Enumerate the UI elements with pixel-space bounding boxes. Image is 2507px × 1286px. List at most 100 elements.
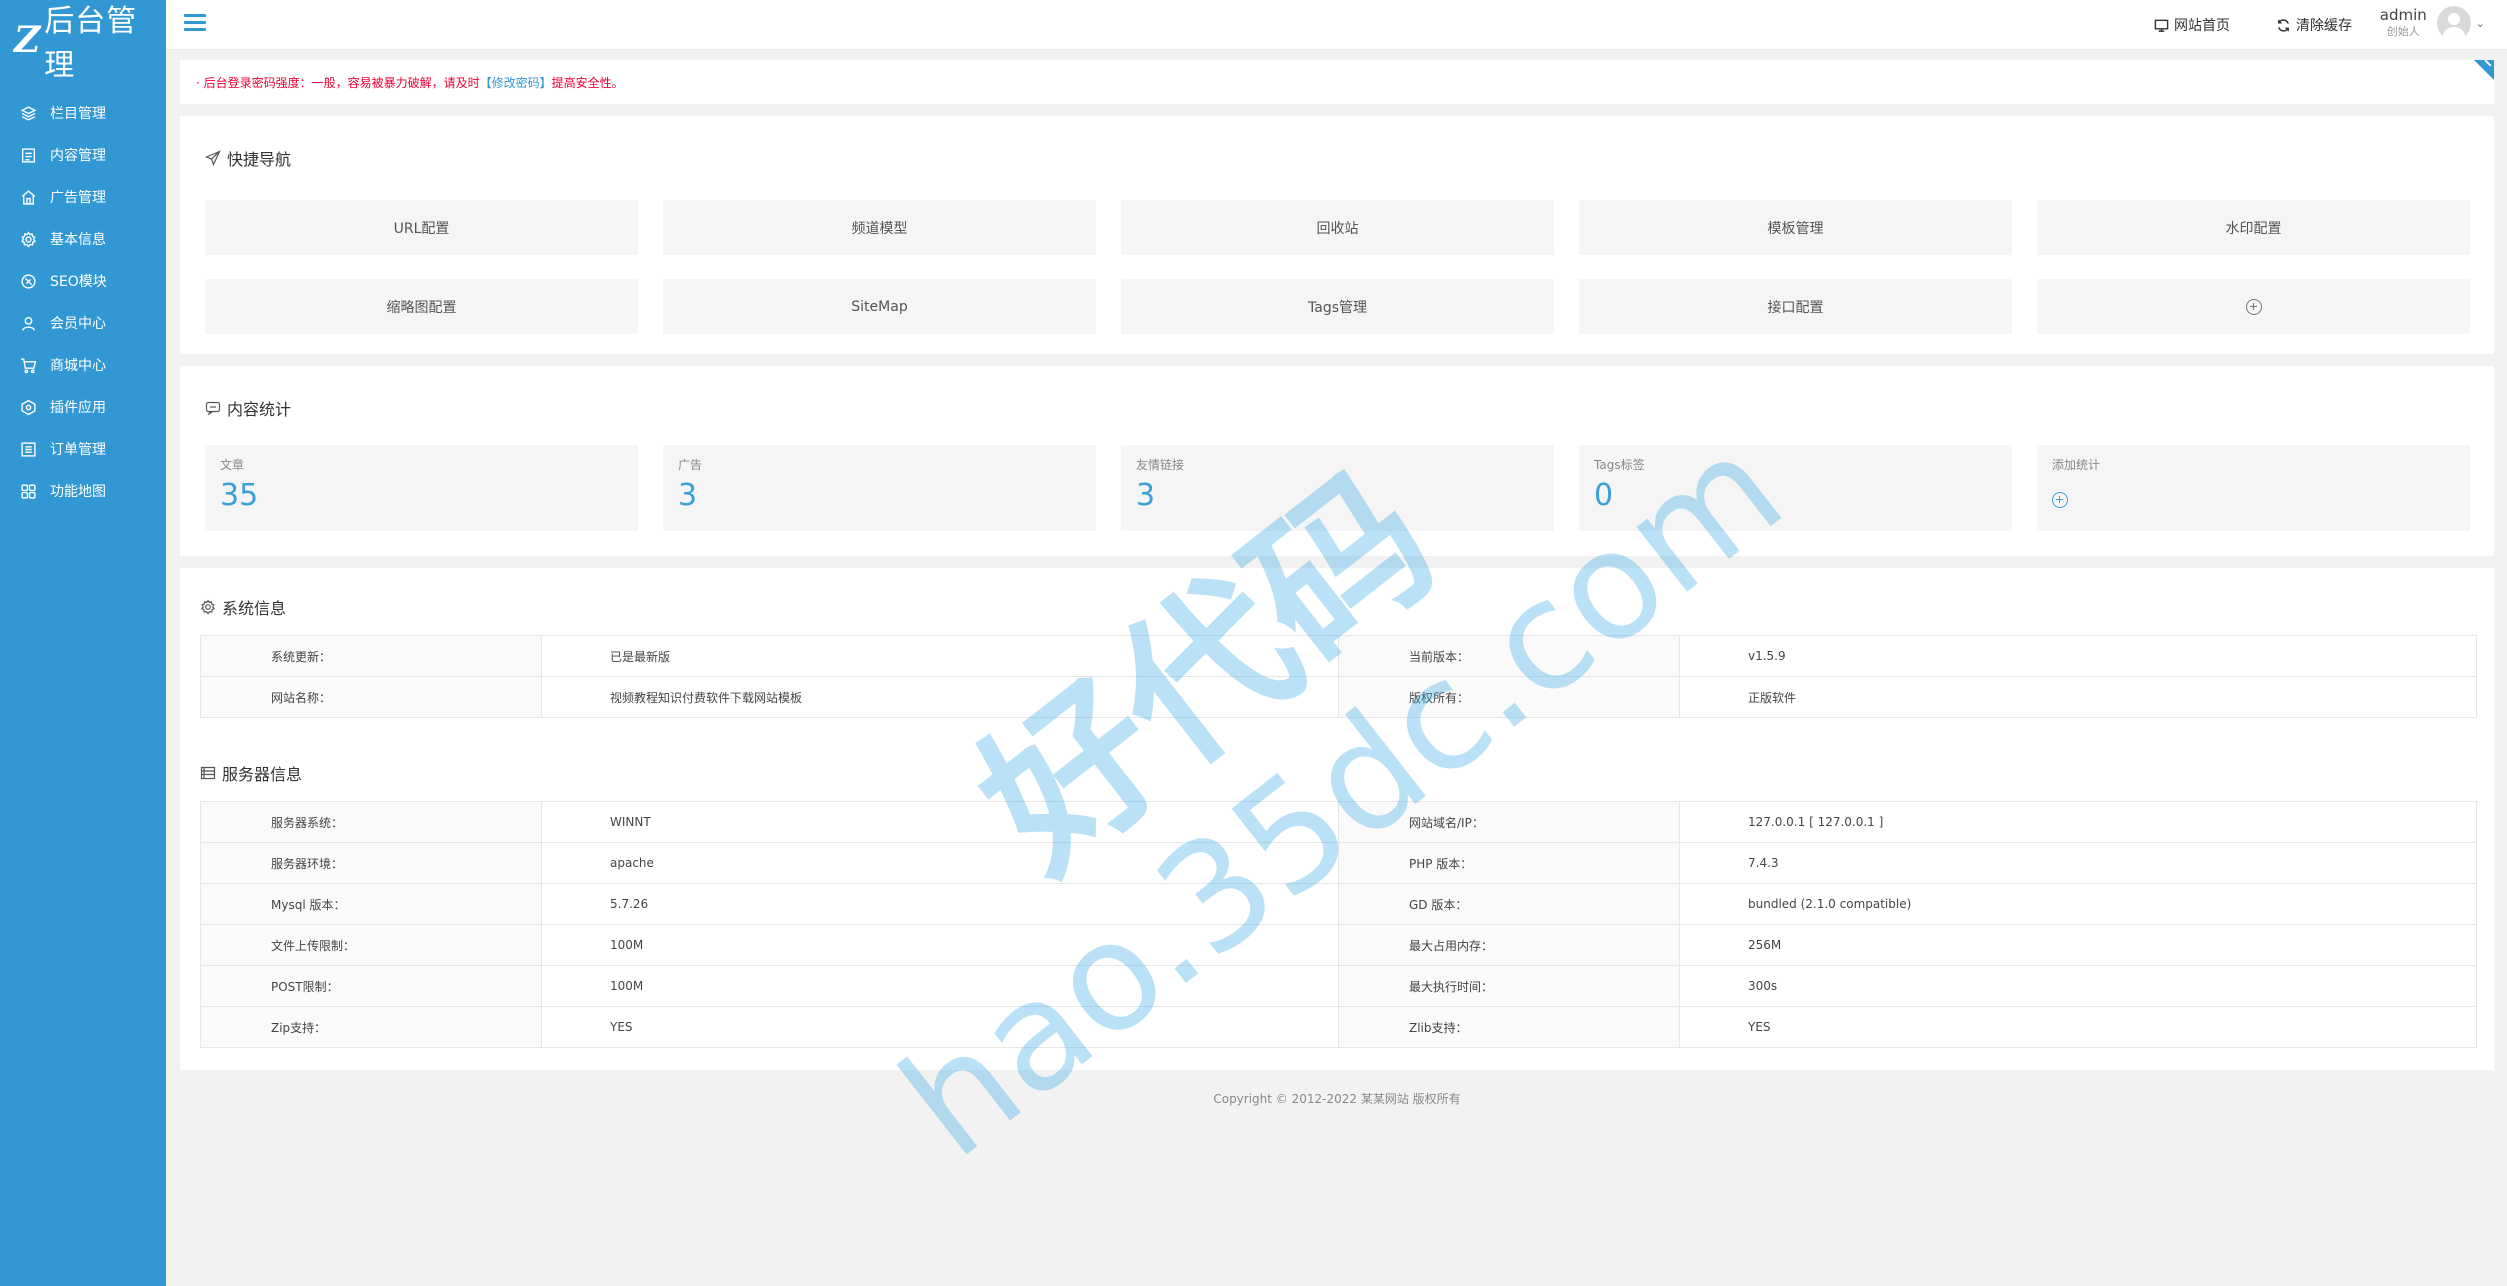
- nav-tags-manage[interactable]: Tags管理: [1121, 279, 1554, 334]
- nav-watermark-config[interactable]: 水印配置: [2037, 200, 2470, 255]
- stat-articles[interactable]: 文章 35: [205, 445, 638, 531]
- stat-label: 文章: [220, 458, 245, 472]
- security-notice: · 后台登录密码强度：一般，容易被暴力破解，请及时 【修改密码】 提高安全性。: [180, 60, 2494, 104]
- server-info-table: 服务器系统： WINNT 网站域名/IP： 127.0.0.1 [ 127.0.…: [200, 801, 2477, 1048]
- sidebar-item-members[interactable]: 会员中心: [0, 302, 166, 344]
- chat-icon: [205, 401, 221, 416]
- sidebar-item-label: 栏目管理: [50, 106, 106, 122]
- site-home-link[interactable]: 网站首页: [2154, 15, 2230, 35]
- sidebar-item-label: 功能地图: [50, 484, 106, 500]
- stat-label: Tags标签: [1594, 458, 1645, 472]
- table-value: 127.0.0.1 [ 127.0.0.1 ]: [1679, 801, 2477, 843]
- table-key: 当前版本：: [1338, 635, 1680, 677]
- main-content: · 后台登录密码强度：一般，容易被暴力破解，请及时 【修改密码】 提高安全性。 …: [180, 60, 2494, 1107]
- grid-icon: [21, 483, 36, 499]
- nav-add-button[interactable]: [2037, 279, 2470, 334]
- clear-cache-button[interactable]: 清除缓存: [2276, 15, 2352, 35]
- table-key: PHP 版本：: [1338, 842, 1680, 884]
- logo[interactable]: Z 后台管理: [0, 0, 166, 83]
- sidebar-item-plugins[interactable]: 插件应用: [0, 386, 166, 428]
- table-value: 256M: [1679, 924, 2477, 966]
- logo-mark: Z: [14, 19, 41, 61]
- content-stats-title: 内容统计: [205, 396, 2469, 420]
- table-key: Zip支持：: [200, 1006, 542, 1048]
- nav-sitemap[interactable]: SiteMap: [663, 279, 1096, 334]
- stat-friend-links[interactable]: 友情链接 3: [1121, 445, 1554, 531]
- system-info-table: 系统更新： 已是最新版 当前版本： v1.5.9 网站名称： 视频教程知识付费软…: [200, 635, 2477, 718]
- sidebar-item-columns[interactable]: 栏目管理: [0, 92, 166, 134]
- table-row: Zip支持： YES Zlib支持： YES: [200, 1006, 2477, 1048]
- nav-recycle-bin[interactable]: 回收站: [1121, 200, 1554, 255]
- stat-value: 0: [1594, 478, 1614, 513]
- sidebar-item-label: 基本信息: [50, 232, 106, 248]
- notice-prefix: · 后台登录密码强度：一般，容易被暴力破解，请及时: [196, 75, 480, 90]
- stat-tags[interactable]: Tags标签 0: [1579, 445, 2012, 531]
- table-value: bundled (2.1.0 compatible): [1679, 883, 2477, 925]
- table-value: v1.5.9: [1679, 635, 2477, 677]
- table-row: 服务器系统： WINNT 网站域名/IP： 127.0.0.1 [ 127.0.…: [200, 801, 2477, 843]
- system-info-title-text: 系统信息: [222, 599, 287, 618]
- table-value: 5.7.26: [541, 883, 1339, 925]
- stat-add[interactable]: 添加统计: [2037, 445, 2470, 531]
- cart-icon: [21, 357, 37, 373]
- table-value: WINNT: [541, 801, 1339, 843]
- footer-copyright: Copyright © 2012-2022 某某网站 版权所有: [1213, 1092, 1461, 1106]
- avatar: [2436, 6, 2471, 40]
- menu-toggle-icon[interactable]: [184, 14, 206, 34]
- nav-channel-model[interactable]: 频道模型: [663, 200, 1096, 255]
- server-icon: [200, 766, 216, 780]
- table-value: 300s: [1679, 965, 2477, 1007]
- sidebar-item-function-map[interactable]: 功能地图: [0, 470, 166, 512]
- sidebar-item-label: 插件应用: [50, 400, 106, 416]
- table-key: 网站名称：: [200, 676, 542, 718]
- gear-icon: [21, 230, 36, 247]
- table-value: 7.4.3: [1679, 842, 2477, 884]
- corner-close-icon[interactable]: [2474, 60, 2494, 80]
- server-info-title: 服务器信息: [200, 761, 2474, 785]
- sidebar-item-label: 商城中心: [50, 358, 106, 374]
- sidebar-item-label: SEO模块: [50, 274, 107, 290]
- sidebar-item-label: 会员中心: [50, 316, 106, 332]
- sidebar-item-label: 广告管理: [50, 190, 106, 206]
- stat-label: 友情链接: [1136, 458, 1185, 472]
- stat-label: 添加统计: [2052, 458, 2101, 472]
- quick-nav-grid: URL配置 频道模型 回收站 模板管理 水印配置 缩略图配置 SiteMap T…: [205, 200, 2470, 334]
- table-key: POST限制：: [200, 965, 542, 1007]
- table-value: YES: [1679, 1006, 2477, 1048]
- stat-value: 3: [1136, 478, 1156, 513]
- user-name: admin: [2379, 6, 2427, 24]
- refresh-icon: [2278, 18, 2289, 32]
- notice-suffix: 提高安全性。: [551, 75, 624, 90]
- table-key: Zlib支持：: [1338, 1006, 1680, 1048]
- table-key: 网站域名/IP：: [1338, 801, 1680, 843]
- document-icon: [21, 147, 36, 163]
- sidebar-item-ads[interactable]: 广告管理: [0, 176, 166, 218]
- quick-nav-title: 快捷导航: [205, 146, 2469, 170]
- table-key: 服务器环境：: [200, 842, 542, 884]
- table-row: 服务器环境： apache PHP 版本： 7.4.3: [200, 842, 2477, 884]
- table-row: 系统更新： 已是最新版 当前版本： v1.5.9: [200, 635, 2477, 677]
- nav-url-config[interactable]: URL配置: [205, 200, 638, 255]
- table-row: 文件上传限制： 100M 最大占用内存： 256M: [200, 924, 2477, 966]
- nav-template-manage[interactable]: 模板管理: [1579, 200, 2012, 255]
- layers-icon: [20, 105, 37, 121]
- table-key: 最大占用内存：: [1338, 924, 1680, 966]
- server-info-title-text: 服务器信息: [222, 765, 303, 784]
- nav-thumbnail-config[interactable]: 缩略图配置: [205, 279, 638, 334]
- nav-api-config[interactable]: 接口配置: [1579, 279, 2012, 334]
- sidebar-item-seo[interactable]: SEO模块: [0, 260, 166, 302]
- stat-ads[interactable]: 广告 3: [663, 445, 1096, 531]
- system-info-title: 系统信息: [200, 595, 2474, 619]
- monitor-icon: [2154, 19, 2169, 32]
- sidebar-item-content[interactable]: 内容管理: [0, 134, 166, 176]
- user-menu[interactable]: admin 创始人 ⌄: [2380, 6, 2485, 40]
- site-home-label: 网站首页: [2174, 18, 2230, 34]
- sidebar-item-orders[interactable]: 订单管理: [0, 428, 166, 470]
- sidebar-item-shop[interactable]: 商城中心: [0, 344, 166, 386]
- sidebar-item-basic-info[interactable]: 基本信息: [0, 218, 166, 260]
- sidebar-menu: 栏目管理 内容管理 广告管理 基本信息 SEO模块 会员中心 商城中心 插件应用…: [0, 92, 166, 512]
- content-stats-title-text: 内容统计: [227, 400, 292, 419]
- table-key: 最大执行时间：: [1338, 965, 1680, 1007]
- change-password-link[interactable]: 【修改密码】: [480, 74, 552, 91]
- stats-grid: 文章 35 广告 3 友情链接 3 Tags标签 0 添加统计: [205, 445, 2470, 531]
